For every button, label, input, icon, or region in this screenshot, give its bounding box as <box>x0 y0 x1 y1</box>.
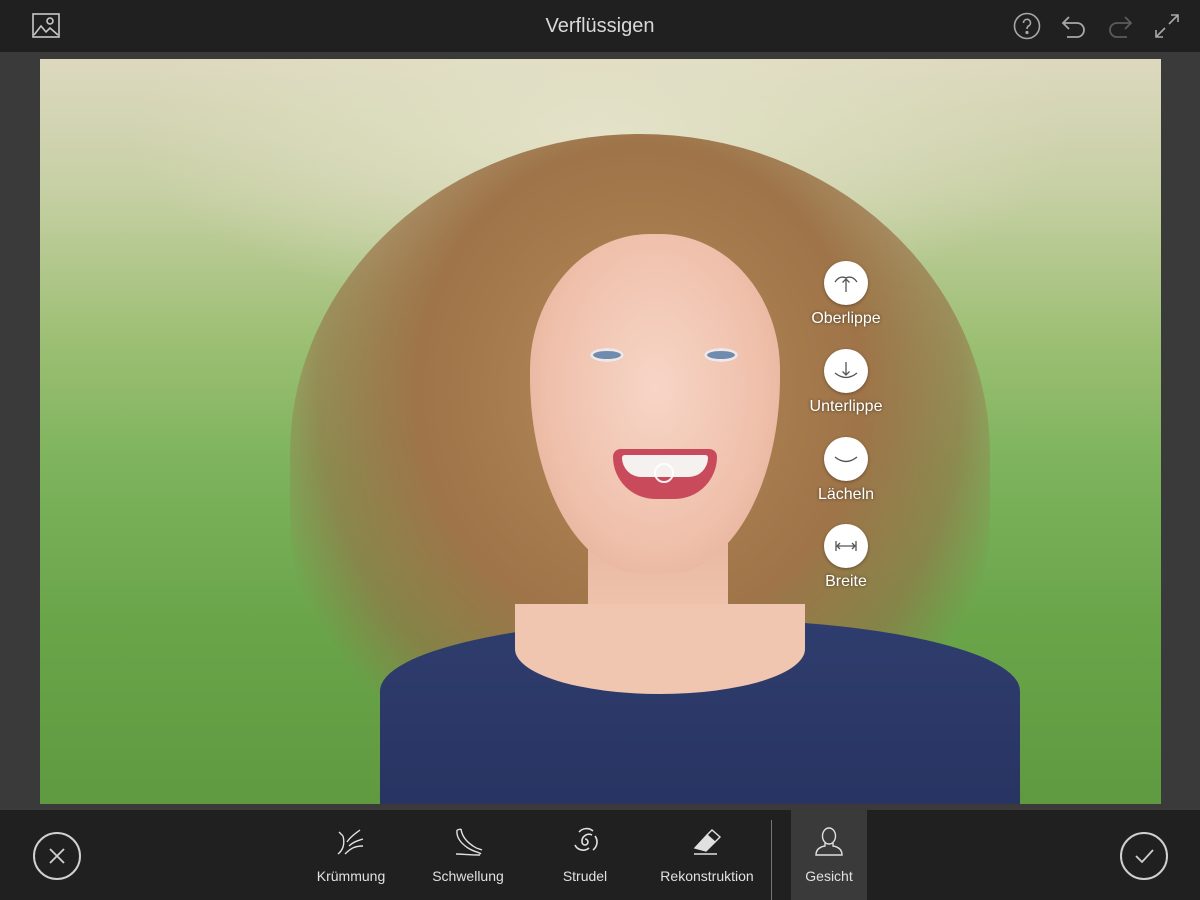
smile-control[interactable]: Lächeln <box>786 437 906 504</box>
photo-left-eye <box>590 348 624 362</box>
width-icon[interactable] <box>824 524 868 568</box>
tool-reconstruct[interactable]: Rekonstruktion <box>652 810 762 900</box>
bloat-label: Schwellung <box>432 868 504 884</box>
smile-icon[interactable] <box>824 437 868 481</box>
confirm-button[interactable] <box>1120 832 1168 880</box>
upper-lip-icon[interactable] <box>824 261 868 305</box>
smile-label: Lächeln <box>817 486 875 503</box>
bloat-icon <box>413 822 523 862</box>
photo-collar <box>515 604 805 694</box>
tool-face[interactable]: Gesicht <box>791 810 867 900</box>
face-label: Gesicht <box>805 868 853 884</box>
fullscreen-icon[interactable] <box>1151 10 1183 42</box>
lower-lip-control[interactable]: Unterlippe <box>786 349 906 416</box>
width-control[interactable]: Breite <box>786 524 906 591</box>
lower-lip-icon[interactable] <box>824 349 868 393</box>
mouth-anchor-pin[interactable] <box>654 463 674 483</box>
eraser-icon <box>652 822 762 862</box>
photo-canvas[interactable] <box>40 59 1161 804</box>
upper-lip-label: Oberlippe <box>811 310 881 327</box>
upper-lip-control[interactable]: Oberlippe <box>786 261 906 328</box>
redo-icon[interactable] <box>1104 10 1136 42</box>
tool-warp[interactable]: Krümmung <box>296 810 406 900</box>
width-label: Breite <box>825 573 867 590</box>
help-icon[interactable] <box>1011 10 1043 42</box>
tool-bloat[interactable]: Schwellung <box>413 810 523 900</box>
bottom-toolbar: Krümmung Schwellung Strudel Rekonstrukti… <box>0 810 1200 900</box>
close-icon <box>49 848 65 864</box>
photo-face <box>530 234 780 574</box>
undo-icon[interactable] <box>1058 10 1090 42</box>
tool-twirl[interactable]: Strudel <box>530 810 640 900</box>
toolbar-divider <box>771 820 772 900</box>
lower-lip-label: Unterlippe <box>809 398 883 415</box>
cancel-button[interactable] <box>33 832 81 880</box>
checkmark-icon <box>1135 849 1154 864</box>
warp-icon <box>296 822 406 862</box>
top-bar: Verflüssigen <box>0 0 1200 52</box>
warp-label: Krümmung <box>316 868 386 884</box>
reconstruct-label: Rekonstruktion <box>660 868 754 884</box>
photo-right-eye <box>704 348 738 362</box>
face-icon <box>791 822 867 862</box>
twirl-label: Strudel <box>562 868 608 884</box>
twirl-icon <box>530 822 640 862</box>
